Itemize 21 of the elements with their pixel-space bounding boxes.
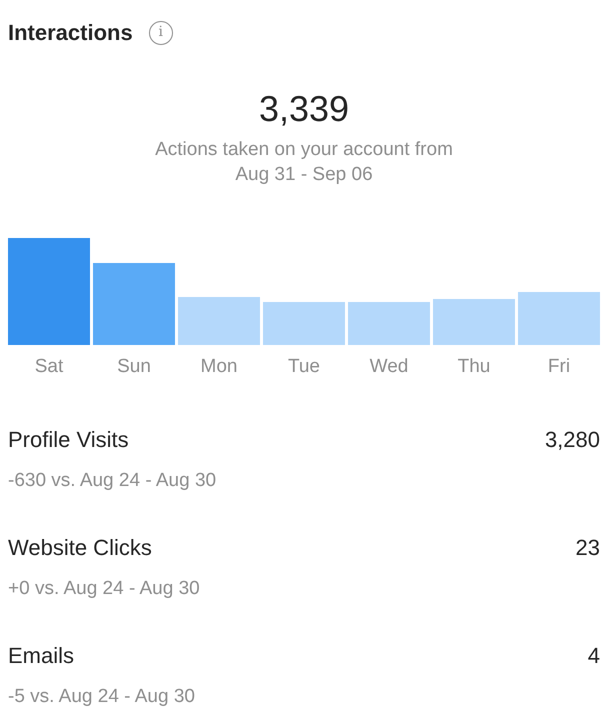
day-label: Mon — [200, 356, 238, 377]
date-range: Aug 31 - Sep 06 — [234, 162, 374, 187]
metric-value: 3,280 — [544, 426, 600, 454]
caption-text: Actions taken on your account from — [154, 138, 454, 162]
day-label: Sat — [34, 356, 64, 377]
day-label: Wed — [370, 356, 408, 377]
day-label: Thu — [458, 356, 490, 377]
metric-change: -5 vs. Aug 24 - Aug 30 — [8, 685, 196, 710]
metric-label: Emails — [8, 642, 74, 670]
total-count: 3,339 — [258, 89, 350, 129]
section-title: Interactions — [8, 19, 133, 47]
metric-change: +0 vs. Aug 24 - Aug 30 — [8, 577, 201, 602]
metric-value: 4 — [588, 642, 600, 670]
metric-label: Website Clicks — [8, 534, 152, 562]
metric-change: -630 vs. Aug 24 - Aug 30 — [8, 469, 218, 494]
metric-value: 23 — [576, 534, 600, 562]
day-label: Sun — [117, 356, 151, 377]
day-label: Tue — [288, 356, 320, 377]
day-label: Fri — [548, 356, 570, 377]
metric-label: Profile Visits — [8, 426, 129, 454]
info-icon[interactable]: i — [148, 20, 173, 44]
